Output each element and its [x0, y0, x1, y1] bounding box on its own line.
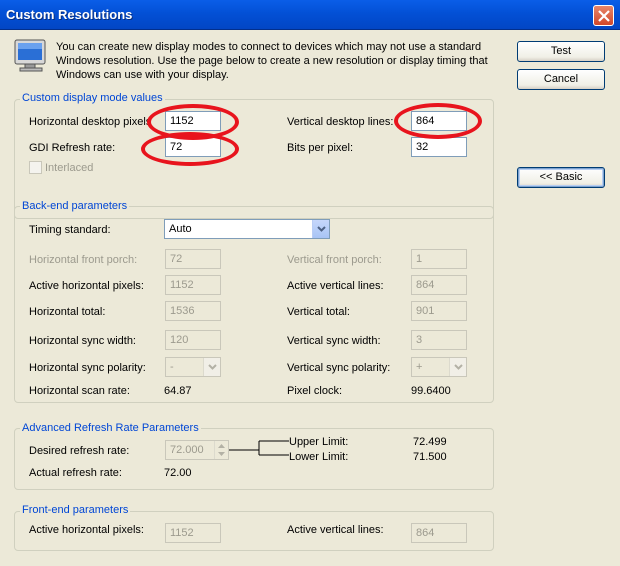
bits-per-pixel-label: Bits per pixel: [287, 142, 354, 154]
active-h-pixels-label: Active horizontal pixels: [29, 280, 144, 292]
chevron-down-icon [454, 364, 463, 370]
timing-standard-select[interactable]: Auto [164, 219, 330, 239]
frontend-active-v-field[interactable]: 864 [411, 523, 467, 543]
frontend-active-v-label: Active vertical lines: [287, 524, 384, 536]
v-sync-polarity-select[interactable]: + [411, 357, 467, 377]
desired-refresh-spinner[interactable]: 72.000 [165, 440, 229, 460]
v-sync-width-label: Vertical sync width: [287, 335, 381, 347]
interlaced-checkbox[interactable] [29, 161, 42, 174]
advanced-refresh-group-title: Advanced Refresh Rate Parameters [20, 422, 201, 434]
pixel-clock-value: 99.6400 [411, 385, 451, 397]
h-sync-polarity-label: Horizontal sync polarity: [29, 362, 146, 374]
h-desktop-pixels-label: Horizontal desktop pixels [29, 116, 152, 128]
bits-per-pixel-field[interactable]: 32 [411, 137, 467, 157]
v-front-porch-field[interactable]: 1 [411, 249, 467, 269]
backend-group-title: Back-end parameters [20, 200, 130, 212]
annotation-circle [394, 103, 482, 139]
actual-refresh-value: 72.00 [164, 467, 192, 479]
lower-limit-value: 71.500 [413, 451, 447, 463]
cancel-button[interactable]: Cancel [517, 69, 605, 90]
basic-button[interactable]: << Basic [517, 167, 605, 188]
test-button[interactable]: Test [517, 41, 605, 62]
upper-limit-label: Upper Limit: [289, 436, 349, 448]
close-icon [598, 10, 610, 22]
chevron-down-icon [317, 226, 326, 232]
timing-standard-dropdown[interactable] [312, 220, 329, 238]
v-sync-polarity-label: Vertical sync polarity: [287, 362, 391, 374]
h-sync-polarity-dropdown[interactable] [203, 358, 220, 376]
h-total-label: Horizontal total: [29, 306, 106, 318]
gdi-refresh-rate-label: GDI Refresh rate: [29, 142, 116, 154]
desired-refresh-value: 72.000 [170, 444, 204, 456]
spin-down-icon [218, 452, 225, 456]
close-button[interactable] [593, 5, 614, 26]
h-sync-polarity-select[interactable]: - [165, 357, 221, 377]
h-scan-rate-label: Horizontal scan rate: [29, 385, 130, 397]
custom-mode-group-title: Custom display mode values [20, 92, 165, 104]
lower-limit-label: Lower Limit: [289, 451, 349, 463]
limit-bracket-connector [229, 440, 289, 456]
frontend-group-title: Front-end parameters [20, 504, 131, 516]
active-h-pixels-field[interactable]: 1152 [165, 275, 221, 295]
pixel-clock-label: Pixel clock: [287, 385, 343, 397]
v-sync-width-field[interactable]: 3 [411, 330, 467, 350]
timing-standard-value: Auto [169, 223, 192, 235]
annotation-circle [141, 132, 239, 166]
desired-refresh-label: Desired refresh rate: [29, 445, 130, 457]
intro-text: You can create new display modes to conn… [56, 41, 488, 81]
active-v-lines-label: Active vertical lines: [287, 280, 384, 292]
v-sync-polarity-value: + [416, 361, 423, 373]
dialog-body: You can create new display modes to conn… [0, 30, 620, 566]
frontend-active-h-field[interactable]: 1152 [165, 523, 221, 543]
actual-refresh-label: Actual refresh rate: [29, 467, 122, 479]
spin-up-icon [218, 444, 225, 448]
title-bar[interactable]: Custom Resolutions [0, 0, 620, 30]
h-front-porch-label: Horizontal front porch: [29, 254, 138, 266]
v-sync-polarity-dropdown[interactable] [449, 358, 466, 376]
monitor-icon [14, 39, 46, 72]
frontend-active-h-label: Active horizontal pixels: [29, 524, 144, 536]
interlaced-label: Interlaced [45, 162, 94, 174]
chevron-down-icon [208, 364, 217, 370]
window-title: Custom Resolutions [6, 7, 133, 22]
upper-limit-value: 72.499 [413, 436, 447, 448]
h-front-porch-field[interactable]: 72 [165, 249, 221, 269]
v-front-porch-label: Vertical front porch: [287, 254, 382, 266]
active-v-lines-field[interactable]: 864 [411, 275, 467, 295]
h-sync-width-label: Horizontal sync width: [29, 335, 136, 347]
v-desktop-lines-label: Vertical desktop lines: [287, 116, 394, 128]
h-total-field[interactable]: 1536 [165, 301, 221, 321]
timing-standard-label: Timing standard: [29, 224, 111, 236]
desired-refresh-spin-buttons[interactable] [214, 441, 228, 459]
v-total-label: Vertical total: [287, 306, 350, 318]
h-sync-polarity-value: - [170, 361, 174, 373]
h-scan-rate-value: 64.87 [164, 385, 192, 397]
v-total-field[interactable]: 901 [411, 301, 467, 321]
h-sync-width-field[interactable]: 120 [165, 330, 221, 350]
